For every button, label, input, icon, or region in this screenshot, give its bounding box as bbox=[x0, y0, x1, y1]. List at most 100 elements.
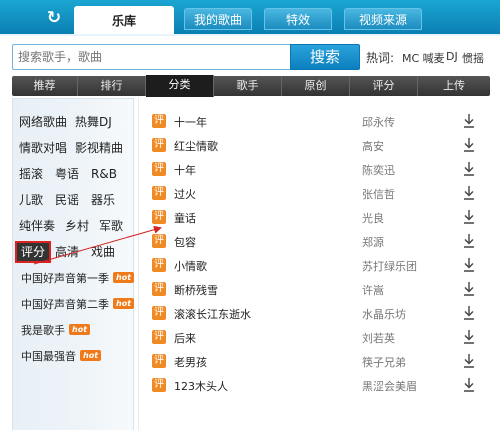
song-artist[interactable]: 陈奕迅 bbox=[362, 162, 395, 178]
genre-tag[interactable]: 器乐 bbox=[91, 191, 115, 209]
rating-badge: 评 bbox=[152, 354, 166, 368]
song-title[interactable]: 断桥残雪 bbox=[174, 282, 218, 298]
rating-badge: 评 bbox=[152, 186, 166, 200]
song-title[interactable]: 小情歌 bbox=[174, 258, 207, 274]
song-row[interactable]: 评 童话 光良 bbox=[150, 206, 480, 230]
category-tab-rating[interactable]: 评分 bbox=[350, 76, 418, 96]
hot-badge: hot bbox=[80, 350, 102, 361]
song-row[interactable]: 评 滚滚长江东逝水 水晶乐坊 bbox=[150, 302, 480, 326]
genre-tag[interactable]: 纯伴奏 bbox=[19, 217, 55, 235]
search-input[interactable] bbox=[12, 44, 290, 70]
tab-effects[interactable]: 特效 bbox=[264, 8, 332, 30]
category-nav: 推荐 排行 分类 歌手 原创 评分 上传 bbox=[12, 75, 490, 97]
song-title[interactable]: 123木头人 bbox=[174, 378, 228, 394]
rating-badge: 评 bbox=[152, 162, 166, 176]
download-icon[interactable] bbox=[462, 161, 476, 177]
song-artist[interactable]: 苏打绿乐团 bbox=[362, 258, 417, 274]
song-title[interactable]: 过火 bbox=[174, 186, 196, 202]
song-row[interactable]: 评 断桥残雪 许嵩 bbox=[150, 278, 480, 302]
special-topic[interactable]: 中国最强音 hot bbox=[21, 349, 102, 365]
category-tab-original[interactable]: 原创 bbox=[282, 76, 350, 96]
song-artist[interactable]: 郑源 bbox=[362, 234, 384, 250]
song-title[interactable]: 老男孩 bbox=[174, 354, 207, 370]
song-title[interactable]: 滚滚长江东逝水 bbox=[174, 306, 251, 322]
song-row[interactable]: 评 过火 张信哲 bbox=[150, 182, 480, 206]
song-artist[interactable]: 光良 bbox=[362, 210, 384, 226]
song-row[interactable]: 评 小情歌 苏打绿乐团 bbox=[150, 254, 480, 278]
song-title[interactable]: 童话 bbox=[174, 210, 196, 226]
rating-badge: 评 bbox=[152, 306, 166, 320]
category-tab-charts[interactable]: 排行 bbox=[78, 76, 146, 96]
download-icon[interactable] bbox=[462, 185, 476, 201]
download-icon[interactable] bbox=[462, 281, 476, 297]
special-topic[interactable]: 中国好声音第二季 hot bbox=[21, 297, 135, 313]
song-artist[interactable]: 筷子兄弟 bbox=[362, 354, 406, 370]
download-icon[interactable] bbox=[462, 305, 476, 321]
song-row[interactable]: 评 后来 刘若英 bbox=[150, 326, 480, 350]
special-topic[interactable]: 中国好声音第一季 hot bbox=[21, 271, 135, 287]
special-topic[interactable]: 我是歌手 hot bbox=[21, 323, 91, 339]
genre-tag[interactable]: 粤语 bbox=[55, 165, 79, 183]
song-title[interactable]: 十年 bbox=[174, 162, 196, 178]
song-artist[interactable]: 邱永传 bbox=[362, 114, 395, 130]
song-row[interactable]: 评 包容 郑源 bbox=[150, 230, 480, 254]
song-artist[interactable]: 水晶乐坊 bbox=[362, 306, 406, 322]
genre-tag-rating-selected[interactable]: 评分 bbox=[15, 241, 52, 263]
song-row[interactable]: 评 红尘情歌 高安 bbox=[150, 134, 480, 158]
genre-tag[interactable]: 乡村 bbox=[65, 217, 89, 235]
category-tab-artists[interactable]: 歌手 bbox=[214, 76, 282, 96]
panel-divider bbox=[138, 98, 139, 430]
download-icon[interactable] bbox=[462, 257, 476, 273]
category-tab-categories[interactable]: 分类 bbox=[146, 75, 214, 97]
top-bar: ↻ 乐库 我的歌曲 特效 视频来源 bbox=[0, 0, 500, 34]
song-artist[interactable]: 高安 bbox=[362, 138, 384, 154]
genre-tag[interactable]: R&B bbox=[91, 165, 117, 183]
hot-word-link[interactable]: 惯摇 bbox=[462, 50, 484, 66]
song-title[interactable]: 十一年 bbox=[174, 114, 207, 130]
special-topic-label: 中国最强音 bbox=[21, 350, 76, 363]
song-row[interactable]: 评 老男孩 筷子兄弟 bbox=[150, 350, 480, 374]
genre-tag[interactable]: 戏曲 bbox=[91, 243, 115, 261]
song-artist[interactable]: 许嵩 bbox=[362, 282, 384, 298]
genre-tag[interactable]: 摇滚 bbox=[19, 165, 43, 183]
genre-tag[interactable]: 高清 bbox=[55, 243, 79, 261]
hot-badge: hot bbox=[113, 298, 135, 309]
download-icon[interactable] bbox=[462, 113, 476, 129]
search-row: 搜索 热词: MC 喊麦 DJ 惯摇 bbox=[0, 34, 500, 72]
genre-tag[interactable]: 军歌 bbox=[99, 217, 123, 235]
song-artist[interactable]: 黑涩会美眉 bbox=[362, 378, 417, 394]
song-title[interactable]: 后来 bbox=[174, 330, 196, 346]
genre-tag[interactable]: 热舞DJ bbox=[75, 113, 112, 131]
song-row[interactable]: 评 十一年 邱永传 bbox=[150, 110, 480, 134]
special-topic-label: 我是歌手 bbox=[21, 324, 65, 337]
song-title[interactable]: 红尘情歌 bbox=[174, 138, 218, 154]
category-tab-recommend[interactable]: 推荐 bbox=[12, 76, 78, 96]
genre-tag[interactable]: 儿歌 bbox=[19, 191, 43, 209]
song-row[interactable]: 评 十年 陈奕迅 bbox=[150, 158, 480, 182]
hot-word-link[interactable]: MC 喊麦 bbox=[402, 50, 445, 66]
song-title[interactable]: 包容 bbox=[174, 234, 196, 250]
hot-word-link[interactable]: DJ bbox=[446, 50, 458, 63]
download-icon[interactable] bbox=[462, 377, 476, 393]
refresh-icon[interactable]: ↻ bbox=[44, 8, 64, 28]
download-icon[interactable] bbox=[462, 233, 476, 249]
search-button[interactable]: 搜索 bbox=[290, 44, 360, 70]
song-artist[interactable]: 刘若英 bbox=[362, 330, 395, 346]
genre-tag[interactable]: 民谣 bbox=[55, 191, 79, 209]
download-icon[interactable] bbox=[462, 137, 476, 153]
special-topic-label: 中国好声音第二季 bbox=[21, 298, 109, 311]
download-icon[interactable] bbox=[462, 329, 476, 345]
song-row[interactable]: 评 123木头人 黑涩会美眉 bbox=[150, 374, 480, 398]
genre-tag[interactable]: 情歌对唱 bbox=[19, 139, 67, 157]
tab-my-songs[interactable]: 我的歌曲 bbox=[184, 8, 252, 30]
hot-words-label: 热词: bbox=[366, 51, 395, 65]
download-icon[interactable] bbox=[462, 353, 476, 369]
download-icon[interactable] bbox=[462, 209, 476, 225]
tab-video-source[interactable]: 视频来源 bbox=[344, 8, 422, 30]
genre-tag[interactable]: 网络歌曲 bbox=[19, 113, 67, 131]
category-tab-upload[interactable]: 上传 bbox=[418, 76, 490, 96]
tab-library[interactable]: 乐库 bbox=[74, 6, 174, 34]
rating-badge: 评 bbox=[152, 234, 166, 248]
song-artist[interactable]: 张信哲 bbox=[362, 186, 395, 202]
genre-tag[interactable]: 影视精曲 bbox=[75, 139, 123, 157]
